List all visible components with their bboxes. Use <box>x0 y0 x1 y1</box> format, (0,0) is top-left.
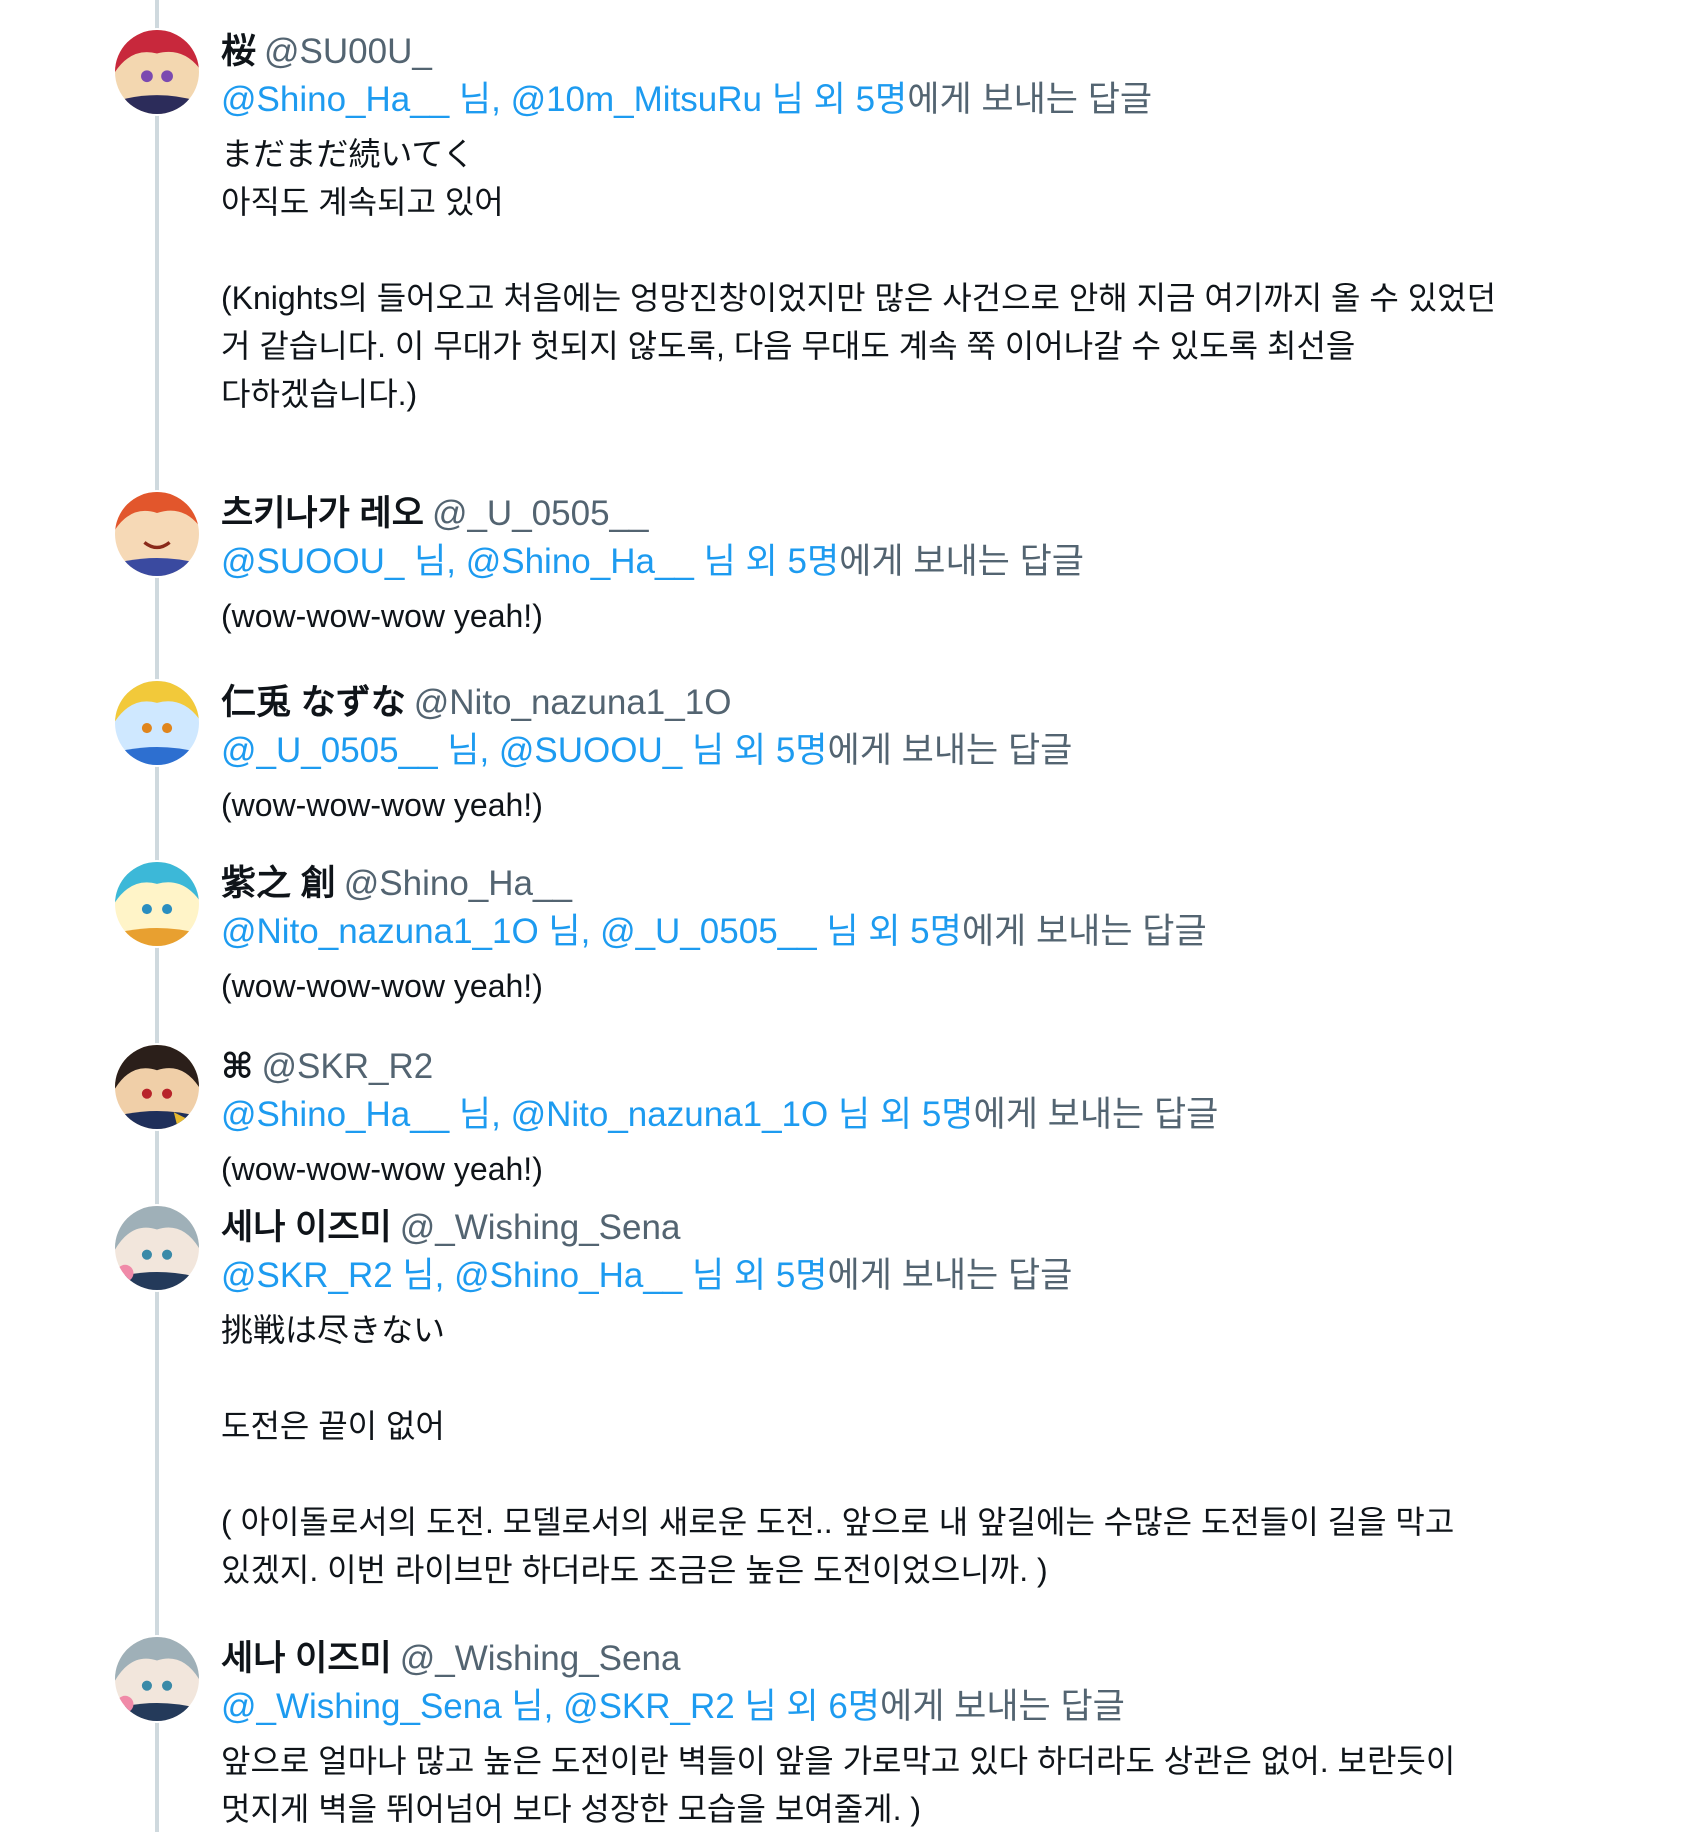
tweet-text: (wow-wow-wow yeah!) <box>221 1151 543 1187</box>
reply-separator: 님, <box>404 542 466 581</box>
avatar-image <box>115 1637 199 1721</box>
reply-label: 에게 보내는 답글 <box>961 912 1207 951</box>
mention-link[interactable]: @Nito_nazuna1_1O <box>511 1095 829 1134</box>
reply-separator: 님, <box>501 1687 564 1726</box>
reply-to-line: @Nito_nazuna1_1O 님, @_U_0505__ 님 외 5명에게 … <box>221 908 1501 956</box>
reply-others-link[interactable]: 님 외 5명 <box>694 542 840 581</box>
mention-link[interactable]: @Nito_nazuna1_1O <box>221 912 539 951</box>
avatar-image <box>115 681 199 765</box>
mention-link[interactable]: @SKR_R2 <box>221 1256 393 1295</box>
avatar[interactable] <box>113 1204 201 1292</box>
reply-to-line: @SUOOU_ 님, @Shino_Ha__ 님 외 5명에게 보내는 답글 <box>221 538 1501 586</box>
display-name[interactable]: 세나 이즈미 <box>221 1208 392 1247</box>
reply-separator: 님, <box>538 912 601 951</box>
user-handle[interactable]: @_U_0505__ <box>432 494 649 533</box>
mention-link[interactable]: @SKR_R2 <box>563 1687 735 1726</box>
reply-label: 에게 보내는 답글 <box>827 731 1073 770</box>
avatar-image <box>115 1206 199 1290</box>
reply-label: 에게 보내는 답글 <box>839 542 1085 581</box>
reply-others-link[interactable]: 님 외 5명 <box>682 731 828 770</box>
reply-to-line: @_Wishing_Sena 님, @SKR_R2 님 외 6명에게 보내는 답… <box>221 1683 1501 1731</box>
user-handle[interactable]: @SKR_R2 <box>261 1047 433 1086</box>
tweet-text: 앞으로 얼마나 많고 높은 도전이란 벽들이 앞을 가로막고 있다 하더라도 상… <box>221 1743 1456 1827</box>
mention-link[interactable]: @Shino_Ha__ <box>454 1256 682 1295</box>
tweet-text: (wow-wow-wow yeah!) <box>221 787 543 823</box>
user-handle[interactable]: @SU00U_ <box>264 32 432 71</box>
reply-label: 에게 보내는 답글 <box>827 1256 1073 1295</box>
reply-separator: 님, <box>392 1256 455 1295</box>
mention-link[interactable]: @10m_MitsuRu <box>511 80 762 119</box>
reply-others-link[interactable]: 님 외 5명 <box>762 80 908 119</box>
avatar[interactable] <box>113 1043 201 1131</box>
reply-separator: 님, <box>449 1095 511 1134</box>
tweet-text: (wow-wow-wow yeah!) <box>221 598 543 634</box>
tweet-text: 挑戦は尽きない 도전은 끝이 없어 ( 아이돌로서의 도전. 모델로서의 새로운… <box>221 1312 1455 1588</box>
avatar-image <box>115 30 199 114</box>
avatar[interactable] <box>113 490 201 578</box>
reply-label: 에게 보내는 답글 <box>880 1687 1125 1726</box>
user-handle[interactable]: @Nito_nazuna1_1O <box>414 683 732 722</box>
user-handle[interactable]: @_Wishing_Sena <box>400 1639 681 1678</box>
user-handle[interactable]: @Shino_Ha__ <box>344 864 572 903</box>
avatar[interactable] <box>113 860 201 948</box>
avatar[interactable] <box>113 679 201 767</box>
reply-others-link[interactable]: 님 외 5명 <box>817 912 962 951</box>
avatar-image <box>115 1045 199 1129</box>
tweet-text: (wow-wow-wow yeah!) <box>221 968 543 1004</box>
user-handle[interactable]: @_Wishing_Sena <box>400 1208 681 1247</box>
reply-label: 에게 보내는 답글 <box>907 80 1153 119</box>
display-name[interactable]: ⌘ <box>221 1047 253 1086</box>
display-name[interactable]: 세나 이즈미 <box>221 1639 392 1678</box>
avatar[interactable] <box>113 1635 201 1723</box>
mention-link[interactable]: @Shino_Ha__ <box>466 542 694 581</box>
display-name[interactable]: 仁兎 なずな <box>221 683 406 722</box>
reply-others-link[interactable]: 님 외 5명 <box>828 1095 974 1134</box>
reply-others-link[interactable]: 님 외 6명 <box>735 1687 880 1726</box>
reply-others-link[interactable]: 님 외 5명 <box>682 1256 828 1295</box>
mention-link[interactable]: @Shino_Ha__ <box>221 1095 449 1134</box>
avatar-image <box>115 862 199 946</box>
display-name[interactable]: 츠키나가 레오 <box>221 494 424 533</box>
reply-to-line: @Shino_Ha__ 님, @Nito_nazuna1_1O 님 외 5명에게… <box>221 1091 1501 1139</box>
reply-to-line: @Shino_Ha__ 님, @10m_MitsuRu 님 외 5명에게 보내는… <box>221 76 1501 124</box>
reply-label: 에게 보내는 답글 <box>973 1095 1219 1134</box>
mention-link[interactable]: @SUOOU_ <box>499 731 682 770</box>
mention-link[interactable]: @_U_0505__ <box>600 912 817 951</box>
mention-link[interactable]: @Shino_Ha__ <box>221 80 449 119</box>
display-name[interactable]: 桜 <box>221 32 256 71</box>
mention-link[interactable]: @_U_0505__ <box>221 731 438 770</box>
reply-to-line: @SKR_R2 님, @Shino_Ha__ 님 외 5명에게 보내는 답글 <box>221 1252 1501 1300</box>
avatar[interactable] <box>113 28 201 116</box>
avatar-image <box>115 492 199 576</box>
tweet-text: まだまだ続いてく 아직도 계속되고 있어 (Knights의 들어오고 처음에는… <box>221 136 1497 412</box>
display-name[interactable]: 紫之 創 <box>221 864 336 903</box>
mention-link[interactable]: @SUOOU_ <box>221 542 404 581</box>
reply-to-line: @_U_0505__ 님, @SUOOU_ 님 외 5명에게 보내는 답글 <box>221 727 1501 775</box>
mention-link[interactable]: @_Wishing_Sena <box>221 1687 502 1726</box>
reply-separator: 님, <box>449 80 511 119</box>
reply-separator: 님, <box>437 731 499 770</box>
